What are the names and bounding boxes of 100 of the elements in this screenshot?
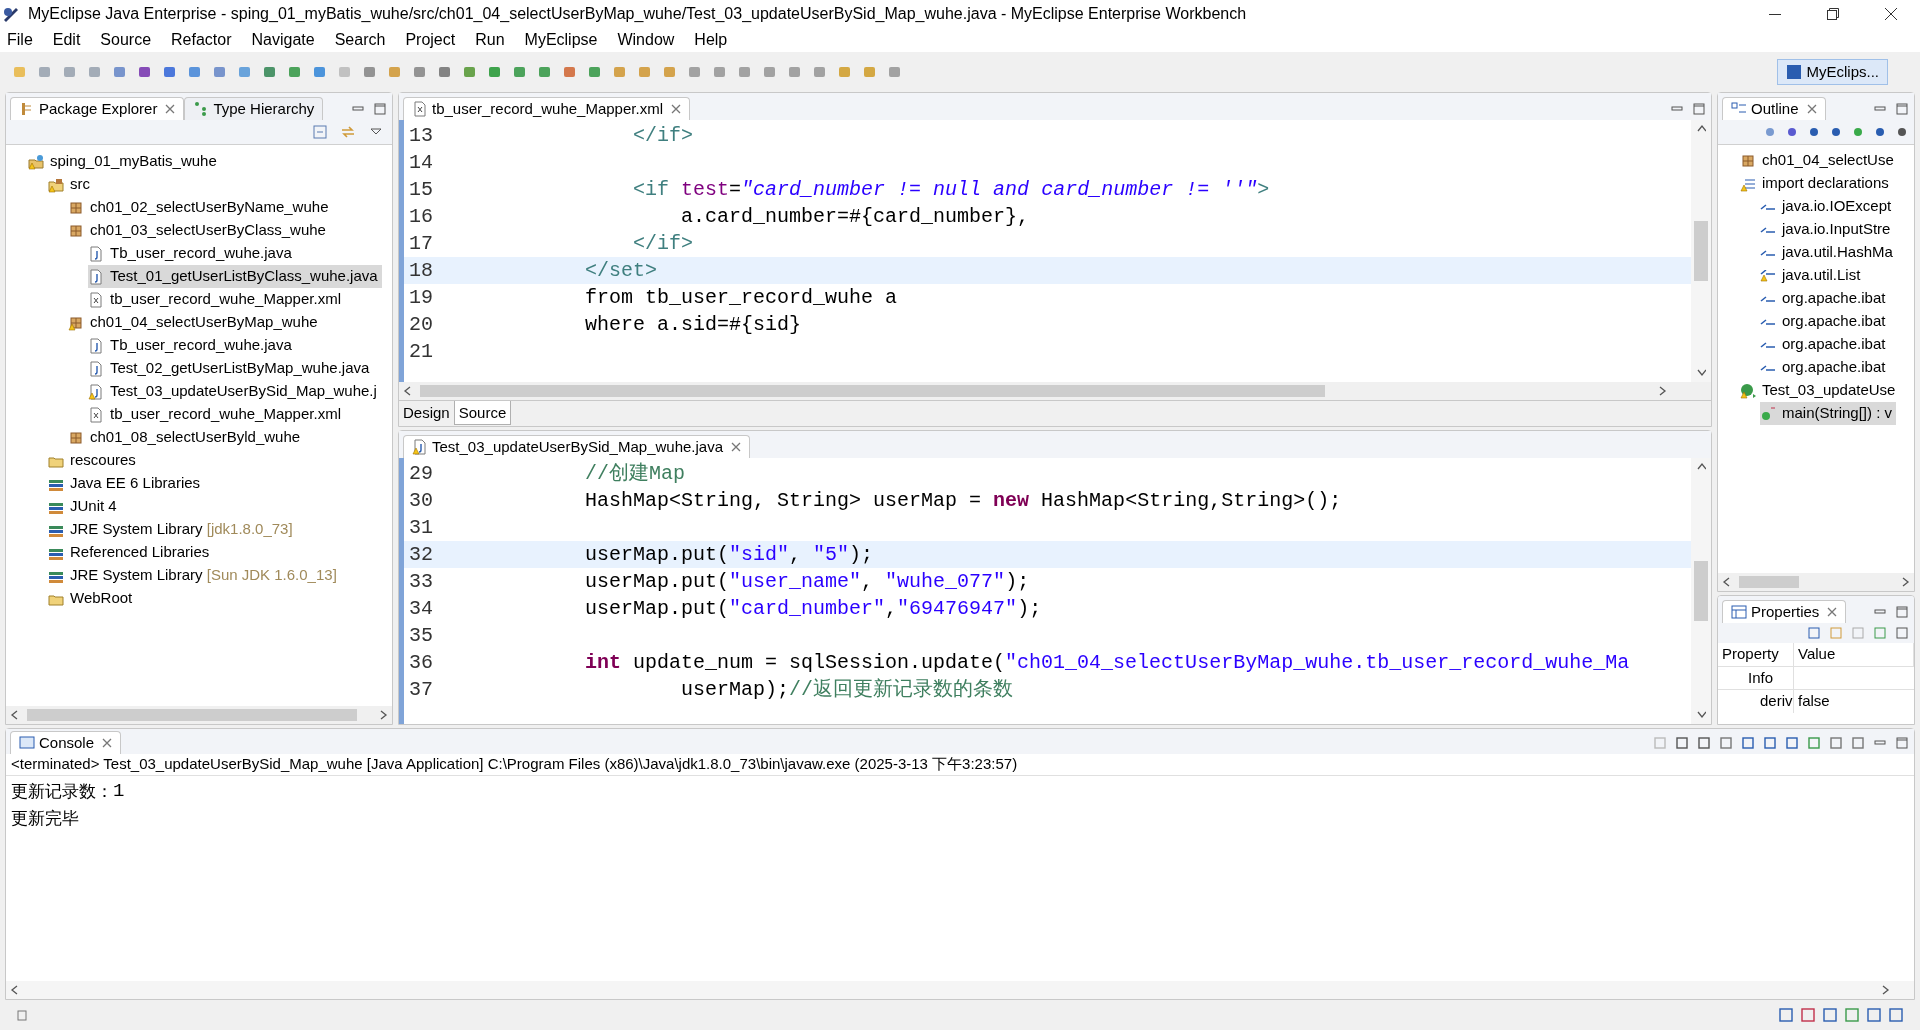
status-bar-icon[interactable] — [1844, 1007, 1860, 1023]
scroll-left-icon[interactable] — [1722, 577, 1731, 587]
scroll-up-icon[interactable] — [1696, 124, 1706, 134]
tree-item[interactable]: Test_02_getUserListByMap_wuhe.java — [88, 357, 374, 380]
view-tab[interactable]: Properties — [1722, 600, 1847, 623]
tree-item[interactable]: java.util.List — [1760, 264, 1865, 287]
tree-item[interactable]: ch01_08_selectUserByld_wuhe — [68, 426, 305, 449]
toolbar-icon[interactable] — [487, 64, 503, 80]
toolbar-icon[interactable] — [312, 64, 328, 80]
menu-item[interactable]: Edit — [49, 28, 84, 52]
tree-item[interactable]: rescoures — [48, 449, 140, 472]
tree-item[interactable]: java.util.HashMa — [1760, 241, 1897, 264]
status-bar-icon[interactable] — [1822, 1007, 1838, 1023]
toolbar-icon[interactable] — [1674, 734, 1690, 751]
editor-mode-tab[interactable]: Source — [453, 401, 512, 425]
toolbar-icon[interactable] — [1784, 734, 1800, 751]
tree-item[interactable]: import declarations — [1740, 172, 1893, 195]
toolbar-icon[interactable] — [1740, 734, 1756, 751]
properties-icon — [1731, 604, 1747, 620]
toolbar-icon[interactable] — [1762, 734, 1778, 751]
tree-item[interactable]: Tb_user_record_wuhe.java — [88, 242, 296, 265]
scroll-left-icon[interactable] — [403, 386, 412, 396]
tree-item[interactable]: JRE System Library [jdk1.8.0_73] — [48, 518, 297, 541]
view-tab[interactable]: Outline — [1722, 97, 1826, 120]
view-tab[interactable]: Type Hierarchy — [184, 97, 324, 120]
scroll-down-icon[interactable] — [1696, 710, 1706, 720]
tree-item[interactable]: sping_01_myBatis_wuhe — [28, 150, 221, 173]
status-bar-icon[interactable] — [1778, 1007, 1794, 1023]
menu-item[interactable]: Refactor — [168, 28, 235, 52]
tree-item[interactable]: ch01_04_selectUse — [1740, 149, 1898, 172]
view-tab[interactable]: Package Explorer — [10, 97, 185, 120]
close-icon[interactable] — [1885, 8, 1897, 20]
tree-item[interactable]: ch01_03_selectUserByClass_wuhe — [68, 219, 330, 242]
menu-item[interactable]: Source — [97, 28, 155, 52]
scroll-right-icon[interactable] — [1901, 577, 1910, 587]
maximize-icon[interactable] — [1691, 100, 1707, 117]
scroll-left-icon[interactable] — [10, 985, 19, 995]
menu-item[interactable]: Help — [691, 28, 731, 52]
maximize-icon[interactable] — [1894, 603, 1910, 620]
maximize-icon[interactable] — [372, 100, 388, 117]
scrollbar-thumb[interactable] — [1694, 221, 1708, 281]
view-tab[interactable]: Console — [10, 731, 122, 754]
tree-item[interactable]: Java EE 6 Libraries — [48, 472, 205, 495]
collapse-all-icon[interactable] — [312, 124, 328, 140]
tree-item[interactable]: Referenced Libraries — [48, 541, 214, 564]
status-bar-icon[interactable] — [1800, 1007, 1816, 1023]
tree-item[interactable]: java.io.IOExcept — [1760, 195, 1896, 218]
view-tab[interactable]: Test_03_updateUserBySid_Map_wuhe.java — [403, 435, 751, 458]
tree-item[interactable]: java.io.InputStre — [1760, 218, 1895, 241]
perspective-button[interactable]: MyEclips... — [1777, 59, 1888, 85]
toolbar-icon[interactable] — [437, 64, 453, 80]
status-bar-icon[interactable] — [1888, 1007, 1904, 1023]
status-bar-icon[interactable] — [1866, 1007, 1882, 1023]
scroll-right-icon[interactable] — [1881, 985, 1890, 995]
scroll-right-icon[interactable] — [1658, 386, 1667, 396]
maximize-icon[interactable] — [1894, 734, 1910, 751]
tree-item[interactable]: tb_user_record_wuhe_Mapper.xml — [88, 403, 345, 426]
tree-item[interactable]: src — [48, 173, 94, 196]
tree-item[interactable]: Test_01_getUserListByClass_wuhe.java — [88, 265, 382, 288]
tree-item[interactable]: org.apache.ibat — [1760, 356, 1890, 379]
tree-item[interactable]: org.apache.ibat — [1760, 287, 1890, 310]
menu-item[interactable]: Run — [472, 28, 508, 52]
tree-item[interactable]: org.apache.ibat — [1760, 333, 1890, 356]
property-cell: deriv — [1718, 690, 1794, 713]
toolbar-icon[interactable] — [262, 64, 278, 80]
menu-item[interactable]: Search — [331, 28, 389, 52]
toolbar-icon[interactable] — [162, 64, 178, 80]
scrollbar-thumb[interactable] — [27, 709, 357, 721]
tree-item[interactable]: main(String[]) : v — [1760, 402, 1897, 425]
maximize-icon[interactable] — [1894, 100, 1910, 117]
tree-item[interactable]: JUnit 4 — [48, 495, 121, 518]
scroll-up-icon[interactable] — [1696, 462, 1706, 472]
editor-mode-tab[interactable]: Design — [399, 401, 454, 425]
tree-item[interactable]: tb_user_record_wuhe_Mapper.xml — [88, 288, 345, 311]
menu-item[interactable]: Project — [402, 28, 459, 52]
scroll-right-icon[interactable] — [379, 710, 388, 720]
view-tab[interactable]: tb_user_record_wuhe_Mapper.xml — [403, 97, 690, 120]
tree-item[interactable]: WebRoot — [48, 587, 137, 610]
toolbar-icon[interactable] — [562, 64, 578, 80]
toolbar-icon[interactable] — [1696, 734, 1712, 751]
menu-item[interactable]: Navigate — [248, 28, 318, 52]
tree-item[interactable]: ch01_02_selectUserByName_wuhe — [68, 196, 333, 219]
scrollbar-thumb[interactable] — [1694, 561, 1708, 621]
tree-item[interactable]: Test_03_updateUserBySid_Map_wuhe.j — [88, 380, 381, 403]
menu-item[interactable]: Window — [614, 28, 678, 52]
toolbar-icon[interactable] — [137, 64, 153, 80]
tree-item[interactable]: ch01_04_selectUserByMap_wuhe — [68, 311, 322, 334]
tree-item[interactable]: org.apache.ibat — [1760, 310, 1890, 333]
tree-item[interactable]: Test_03_updateUse — [1740, 379, 1900, 402]
scrollbar-thumb[interactable] — [1739, 576, 1799, 588]
scroll-left-icon[interactable] — [10, 710, 19, 720]
tree-item[interactable]: JRE System Library [Sun JDK 1.6.0_13] — [48, 564, 341, 587]
restore-icon[interactable] — [1827, 8, 1839, 20]
link-icon[interactable] — [340, 124, 356, 140]
menu-item[interactable]: MyEclipse — [521, 28, 601, 52]
minimize-icon[interactable] — [1769, 13, 1781, 15]
menu-item[interactable]: File — [4, 28, 36, 52]
scrollbar-thumb[interactable] — [420, 385, 1325, 397]
tree-item[interactable]: Tb_user_record_wuhe.java — [88, 334, 296, 357]
scroll-down-icon[interactable] — [1696, 368, 1706, 378]
